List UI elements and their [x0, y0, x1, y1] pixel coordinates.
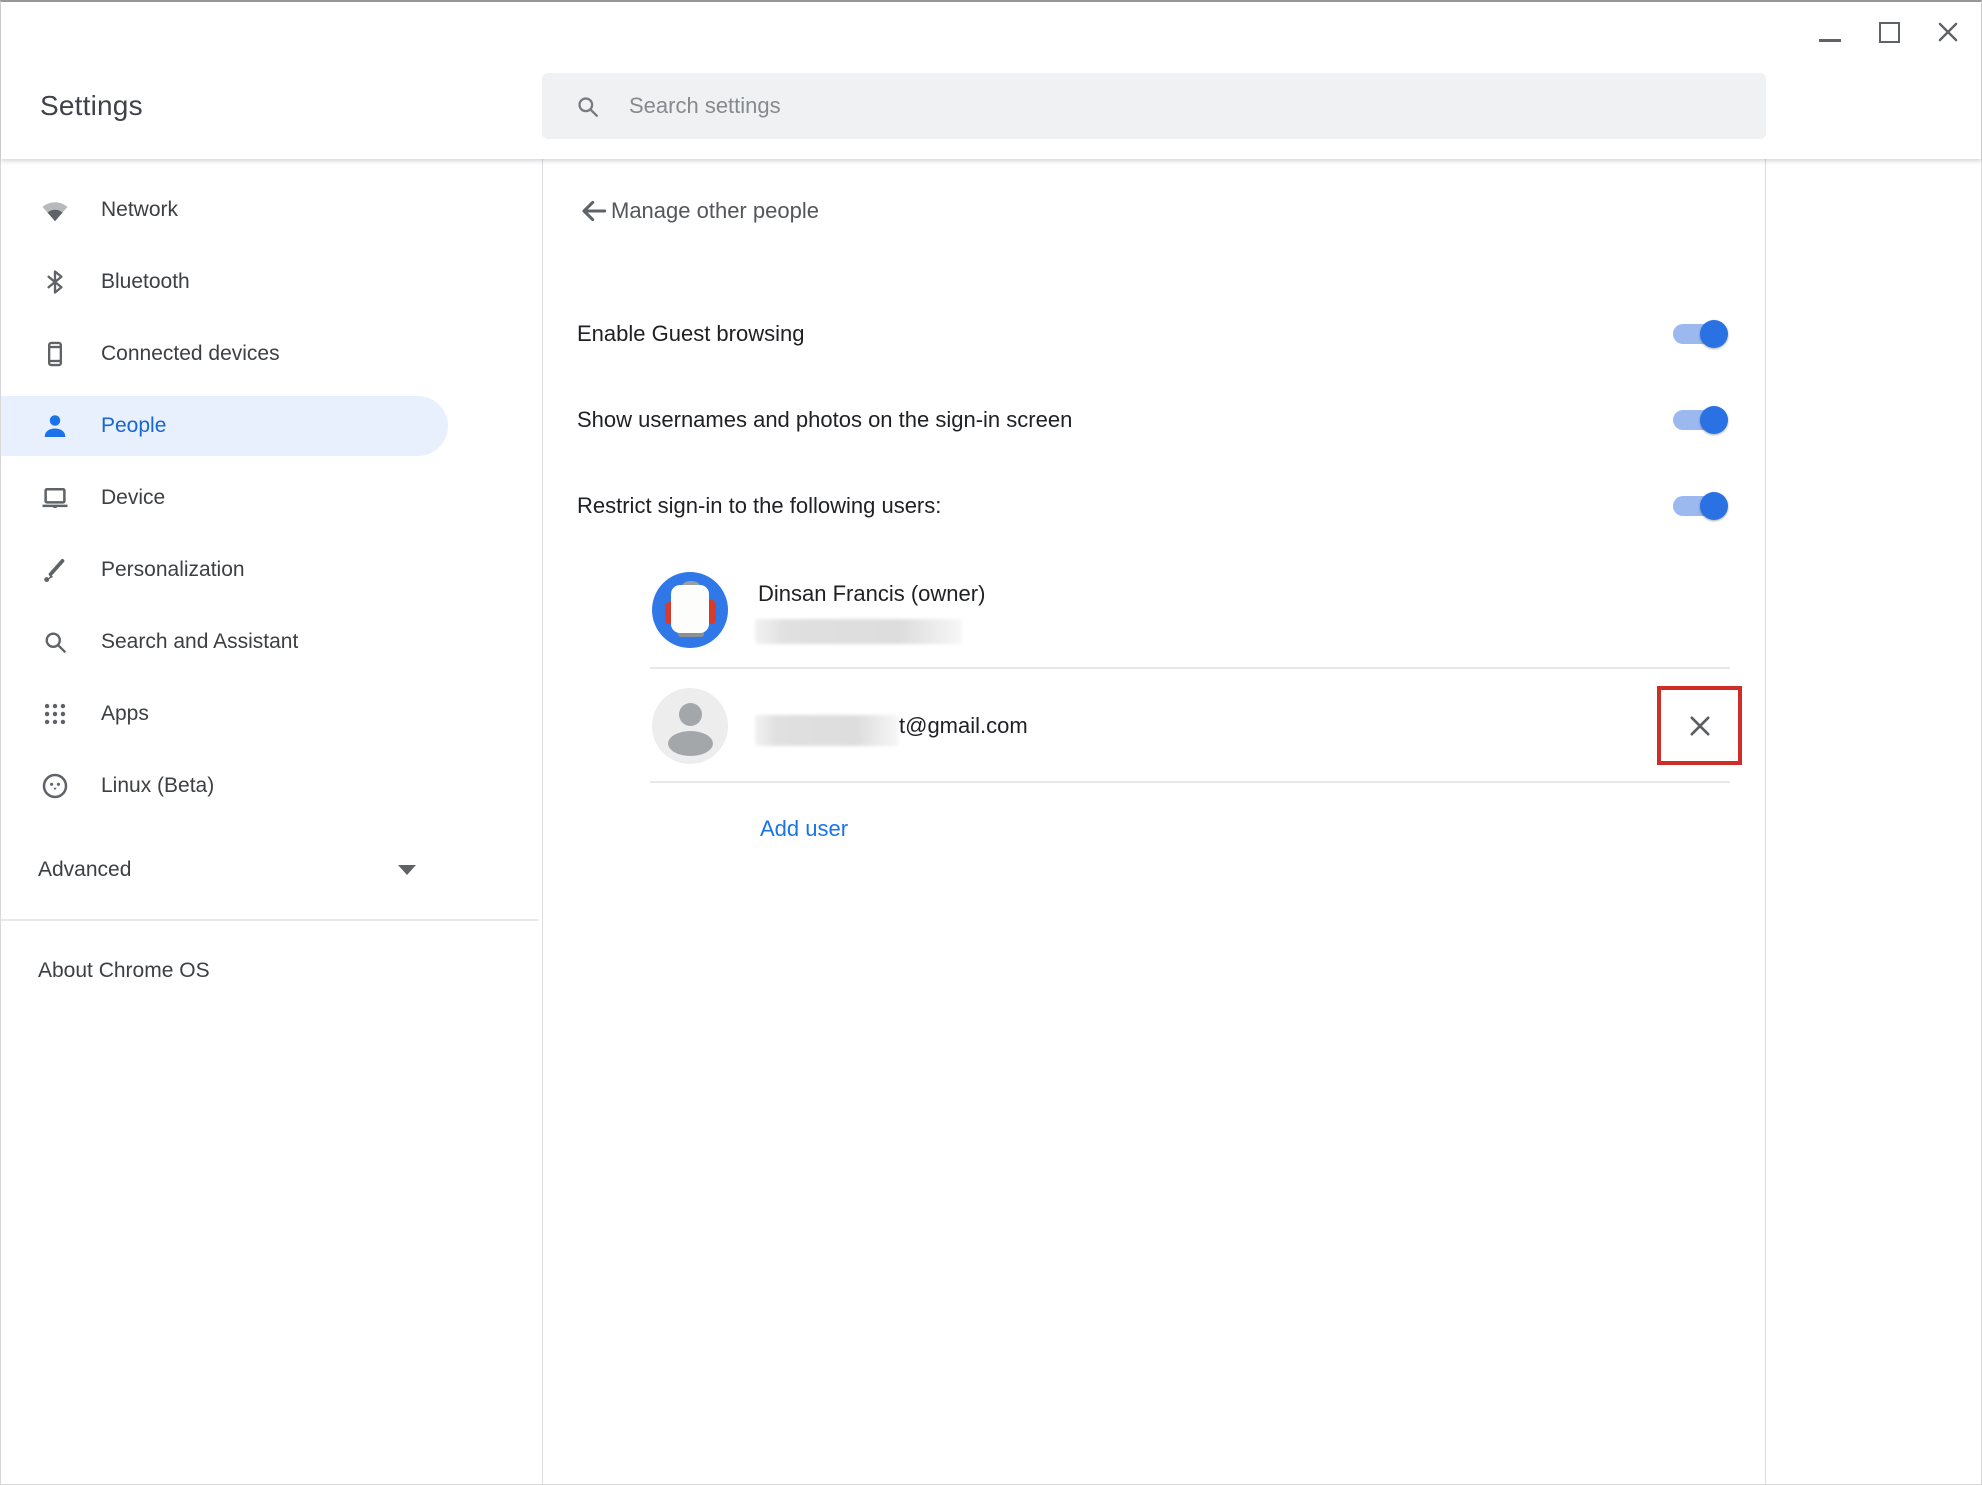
person-icon	[40, 411, 70, 441]
redacted-email-blur	[755, 619, 962, 644]
sidebar-item-search-and-assistant[interactable]: Search and Assistant	[1, 606, 538, 678]
penguin-icon	[40, 771, 70, 801]
toggle-enable-guest-browsing[interactable]	[1673, 324, 1727, 344]
divider	[650, 667, 1730, 669]
sidebar-item-bluetooth[interactable]: Bluetooth	[1, 246, 538, 318]
magnifier-icon	[40, 627, 70, 657]
toggle-row-show-usernames: Show usernames and photos on the sign-in…	[577, 390, 1727, 450]
window-controls	[1817, 16, 1961, 48]
sidebar-item-label: Bluetooth	[101, 270, 190, 294]
sidebar-item-label: People	[101, 414, 166, 438]
sidebar-item-label: Apps	[101, 702, 149, 726]
search-box[interactable]	[542, 73, 1766, 139]
pen-icon	[40, 555, 70, 585]
sidebar-item-label: Linux (Beta)	[101, 774, 214, 798]
sidebar-item-label: Connected devices	[101, 342, 280, 366]
apps-grid-icon	[40, 699, 70, 729]
chromeos-settings-window: { "header": { "app_title": "Settings", "…	[0, 0, 1982, 1485]
sidebar-item-label: Device	[101, 486, 165, 510]
sidebar-item-apps[interactable]: Apps	[1, 678, 538, 750]
toggle-knob	[1700, 320, 1728, 348]
search-icon	[574, 93, 601, 120]
search-input[interactable]	[627, 85, 1766, 127]
sidebar-divider	[1, 919, 538, 921]
sidebar-item-connected-devices[interactable]: Connected devices	[1, 318, 538, 390]
back-button[interactable]	[577, 194, 611, 228]
sidebar-item-people[interactable]: People	[1, 390, 538, 462]
sidebar-item-label: Network	[101, 198, 178, 222]
advanced-label: Advanced	[38, 858, 131, 882]
avatar-torso	[668, 731, 713, 756]
back-arrow-icon	[578, 195, 610, 227]
user-avatar	[652, 688, 728, 764]
chevron-down-icon	[398, 865, 416, 875]
app-title: Settings	[40, 90, 143, 122]
toggle-label: Show usernames and photos on the sign-in…	[577, 407, 1072, 433]
close-button[interactable]	[1935, 19, 1961, 45]
remove-x-icon	[1686, 712, 1714, 740]
owner-avatar	[652, 572, 728, 648]
toggle-restrict-sign-in[interactable]	[1673, 496, 1727, 516]
toggle-knob	[1700, 406, 1728, 434]
minimize-button[interactable]	[1817, 19, 1843, 45]
sidebar-item-label: Personalization	[101, 558, 245, 582]
toggle-row-enable-guest-browsing: Enable Guest browsing	[577, 304, 1727, 364]
sidebar-advanced-expander[interactable]: Advanced	[1, 834, 538, 906]
toggle-knob	[1700, 492, 1728, 520]
close-icon	[1935, 19, 1961, 45]
toggle-row-restrict-sign-in: Restrict sign-in to the following users:	[577, 476, 1727, 536]
add-user-button[interactable]: Add user	[760, 815, 848, 843]
remove-user-button[interactable]	[1678, 704, 1722, 748]
minimize-icon	[1819, 39, 1841, 42]
redacted-email-blur	[755, 715, 899, 746]
toggle-label: Enable Guest browsing	[577, 321, 804, 347]
titlebar: Settings	[1, 2, 1981, 159]
annotation-highlight-box	[1657, 686, 1742, 765]
laptop-icon	[40, 483, 70, 513]
wifi-icon	[40, 195, 70, 225]
user-email: t@gmail.com	[899, 712, 1028, 740]
bluetooth-icon	[40, 267, 70, 297]
toggle-label: Restrict sign-in to the following users:	[577, 493, 941, 519]
page-title: Manage other people	[611, 198, 819, 224]
sidebar-item-personalization[interactable]: Personalization	[1, 534, 538, 606]
divider	[650, 781, 1730, 783]
sidebar-item-network[interactable]: Network	[1, 174, 538, 246]
about-label: About Chrome OS	[38, 959, 210, 983]
sidebar: Network Bluetooth Connected devices	[1, 159, 538, 1484]
owner-name: Dinsan Francis (owner)	[758, 580, 985, 608]
page-heading: Manage other people	[543, 159, 1765, 263]
maximize-button[interactable]	[1876, 19, 1902, 45]
maximize-icon	[1879, 22, 1900, 43]
avatar-head	[679, 703, 702, 726]
sidebar-item-label: Search and Assistant	[101, 630, 298, 654]
sidebar-item-device[interactable]: Device	[1, 462, 538, 534]
smartphone-icon	[40, 339, 70, 369]
toggle-show-usernames[interactable]	[1673, 410, 1727, 430]
sidebar-item-linux-beta[interactable]: Linux (Beta)	[1, 750, 538, 822]
sidebar-item-about-chrome-os[interactable]: About Chrome OS	[1, 935, 538, 1007]
content-area: Manage other people Enable Guest browsin…	[542, 159, 1766, 1484]
